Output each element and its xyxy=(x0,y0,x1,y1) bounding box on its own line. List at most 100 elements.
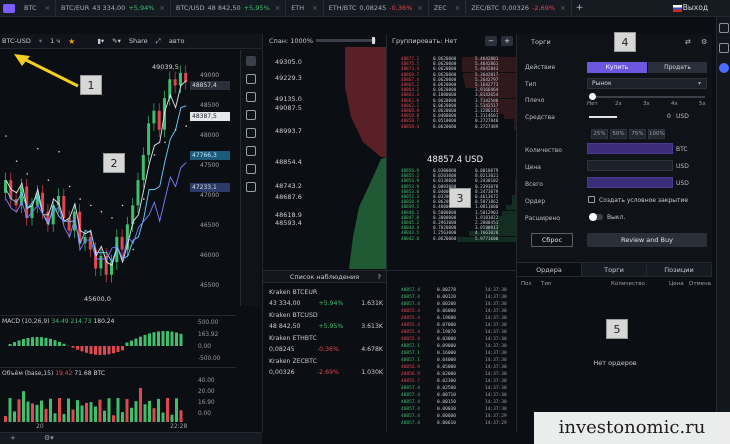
trade-icon[interactable] xyxy=(718,63,729,73)
volume-axis-label: 40.00 xyxy=(198,378,215,384)
orderbook-row[interactable]: 48858.4 0.0620000 0.2727489 xyxy=(387,124,517,130)
candle-body xyxy=(141,154,145,181)
watchlist-item[interactable]: Kraken BTCEUR 43 334,00 +5.94% 1.631K xyxy=(269,289,383,311)
trade-price: 48857.4 xyxy=(401,295,420,300)
text-tool-icon[interactable] xyxy=(245,74,256,84)
group-plus-button[interactable]: + xyxy=(501,36,513,46)
circle-tool-icon[interactable] xyxy=(245,128,256,138)
conditional-close-checkbox[interactable] xyxy=(588,196,595,203)
orderbook-row[interactable]: 48842.0 0.0620000 5.9771600 xyxy=(387,236,517,242)
gear-icon[interactable]: ⚙ xyxy=(701,38,707,46)
share-button[interactable]: Share xyxy=(129,37,148,45)
macd-axis-label: -500.00 xyxy=(198,356,221,362)
gear-icon[interactable]: ⚙▾ xyxy=(44,434,54,442)
sar-dot xyxy=(26,173,29,175)
review-and-buy-button[interactable]: Review and Buy xyxy=(587,233,707,247)
watchlist-item[interactable]: Kraken BTCUSD 48 842,50 +5.95% 3.613K xyxy=(269,312,383,334)
orders-tab[interactable]: Торги xyxy=(582,263,647,276)
pen-icon[interactable]: ✎▾ xyxy=(112,37,121,45)
orders-tab[interactable]: Позиции xyxy=(647,263,712,276)
tab-6[interactable]: ZEC/BTC 0,00326 -2,69% × xyxy=(466,0,572,17)
order-type-select[interactable]: Рынок ▾ xyxy=(587,78,707,89)
percent-button[interactable]: 25% xyxy=(591,129,608,139)
price-axis[interactable]: 49000 48500 48000 47500 47000 46500 46000 45500… xyxy=(186,50,236,306)
close-icon[interactable]: × xyxy=(560,4,565,12)
symbol-select[interactable]: BTC-USD xyxy=(2,37,31,45)
orders-tab[interactable]: Ордера xyxy=(517,263,582,276)
leverage-slider-handle[interactable] xyxy=(589,93,596,100)
measure-tool-icon[interactable] xyxy=(245,164,256,174)
annotation-badge-3: 3 xyxy=(449,188,471,208)
fullscreen-icon[interactable]: ⤢ xyxy=(156,37,161,46)
tab-4[interactable]: ETH/BTC 0,08245 -0,36% × xyxy=(324,0,429,17)
volume-bar xyxy=(17,399,21,422)
sar-dot xyxy=(153,154,156,156)
close-icon[interactable]: × xyxy=(275,4,280,12)
trade-row: 48857.4 0.02500 14:37:30 xyxy=(387,385,517,392)
watchlist-item[interactable]: Kraken ZECBTC 0,00326 -2.69% 1.030K xyxy=(269,358,383,380)
close-icon[interactable]: × xyxy=(159,4,164,12)
group-label[interactable]: Группировать: Нет xyxy=(392,37,457,45)
percent-button[interactable]: 75% xyxy=(629,129,646,139)
volume-bar xyxy=(161,412,165,422)
volume-bar xyxy=(58,398,61,422)
price-input[interactable] xyxy=(587,160,673,171)
candle-type-icon[interactable]: ▮▾ xyxy=(97,37,104,45)
total-label: Всего xyxy=(525,181,543,188)
tab-0[interactable]: BTC × xyxy=(19,0,57,17)
help-icon[interactable]: ? xyxy=(378,271,381,283)
leverage-slider[interactable] xyxy=(591,96,705,98)
ask-depth-area xyxy=(345,47,387,157)
interval-select[interactable]: 1 ч xyxy=(50,37,60,45)
language-flag-icon[interactable] xyxy=(673,5,682,12)
eye-icon[interactable] xyxy=(245,182,256,192)
group-minus-button[interactable]: − xyxy=(485,36,497,46)
volume-bar xyxy=(121,412,124,422)
sell-button[interactable]: Продать xyxy=(648,62,707,73)
qty-input[interactable] xyxy=(587,143,673,154)
close-icon[interactable]: × xyxy=(312,4,317,12)
notes-icon[interactable] xyxy=(718,23,729,33)
star-icon[interactable]: ★ xyxy=(68,37,75,46)
tab-1[interactable]: BTC/EUR 43 334,00 +5,94% × xyxy=(56,0,171,17)
watchlist-row: 0,08245 -0.36% 4.678K xyxy=(269,346,383,353)
macd-bar xyxy=(125,342,129,346)
macd-panel[interactable]: MACD (10,26,9) 34.49 214.73 180.24 500.0… xyxy=(0,315,236,367)
tab-5[interactable]: ZEC × xyxy=(429,0,467,17)
buy-button[interactable]: Купить xyxy=(587,62,647,73)
swap-icon[interactable]: ⇄ xyxy=(685,38,691,46)
bid-depth-area xyxy=(349,157,387,269)
tab-2[interactable]: BTC/USD 48 842,50 +5,95% × xyxy=(171,0,287,17)
exit-button[interactable]: Выход xyxy=(683,3,708,12)
close-icon[interactable]: × xyxy=(455,4,460,12)
advanced-toggle[interactable] xyxy=(589,213,603,221)
add-icon[interactable]: + xyxy=(10,434,16,442)
watchlist-item[interactable]: Kraken ETHBTC 0,08245 -0.36% 4.678K xyxy=(269,335,383,357)
hline-tool-icon[interactable] xyxy=(245,110,256,120)
total-input[interactable] xyxy=(587,177,673,188)
form-title: Торги xyxy=(531,38,551,46)
tab-3[interactable]: ETH × xyxy=(286,0,324,17)
reset-button[interactable]: Сброс xyxy=(531,233,573,247)
line-tool-icon[interactable] xyxy=(245,92,256,102)
volume-panel[interactable]: Объём (base,15) 19.42 71.68 BTC 40.00 20.… xyxy=(0,367,236,422)
macd-bar xyxy=(103,346,106,355)
percent-button[interactable]: 100% xyxy=(648,129,665,139)
volume-bar xyxy=(94,406,97,422)
depth-zoom-slider[interactable] xyxy=(316,37,376,44)
depth-label: 48593.4 xyxy=(275,219,302,227)
close-icon[interactable]: × xyxy=(45,4,50,12)
close-icon[interactable]: × xyxy=(417,4,422,12)
trade-price: 48857.1 xyxy=(401,351,420,356)
crosshair-icon[interactable] xyxy=(245,56,256,66)
tab-price: 0,08245 xyxy=(359,4,387,12)
watchlist-row: 0,00326 -2.69% 1.030K xyxy=(269,369,383,376)
time-label: 20 xyxy=(36,423,44,430)
volume-bar xyxy=(26,401,30,422)
rect-tool-icon[interactable] xyxy=(245,146,256,156)
percent-button[interactable]: 50% xyxy=(610,129,627,139)
add-tab-button[interactable]: + xyxy=(572,3,588,13)
trade-size: 0.02500 xyxy=(437,386,456,391)
settings-icon[interactable] xyxy=(718,43,729,53)
auto-scale-button[interactable]: авто xyxy=(169,37,185,45)
